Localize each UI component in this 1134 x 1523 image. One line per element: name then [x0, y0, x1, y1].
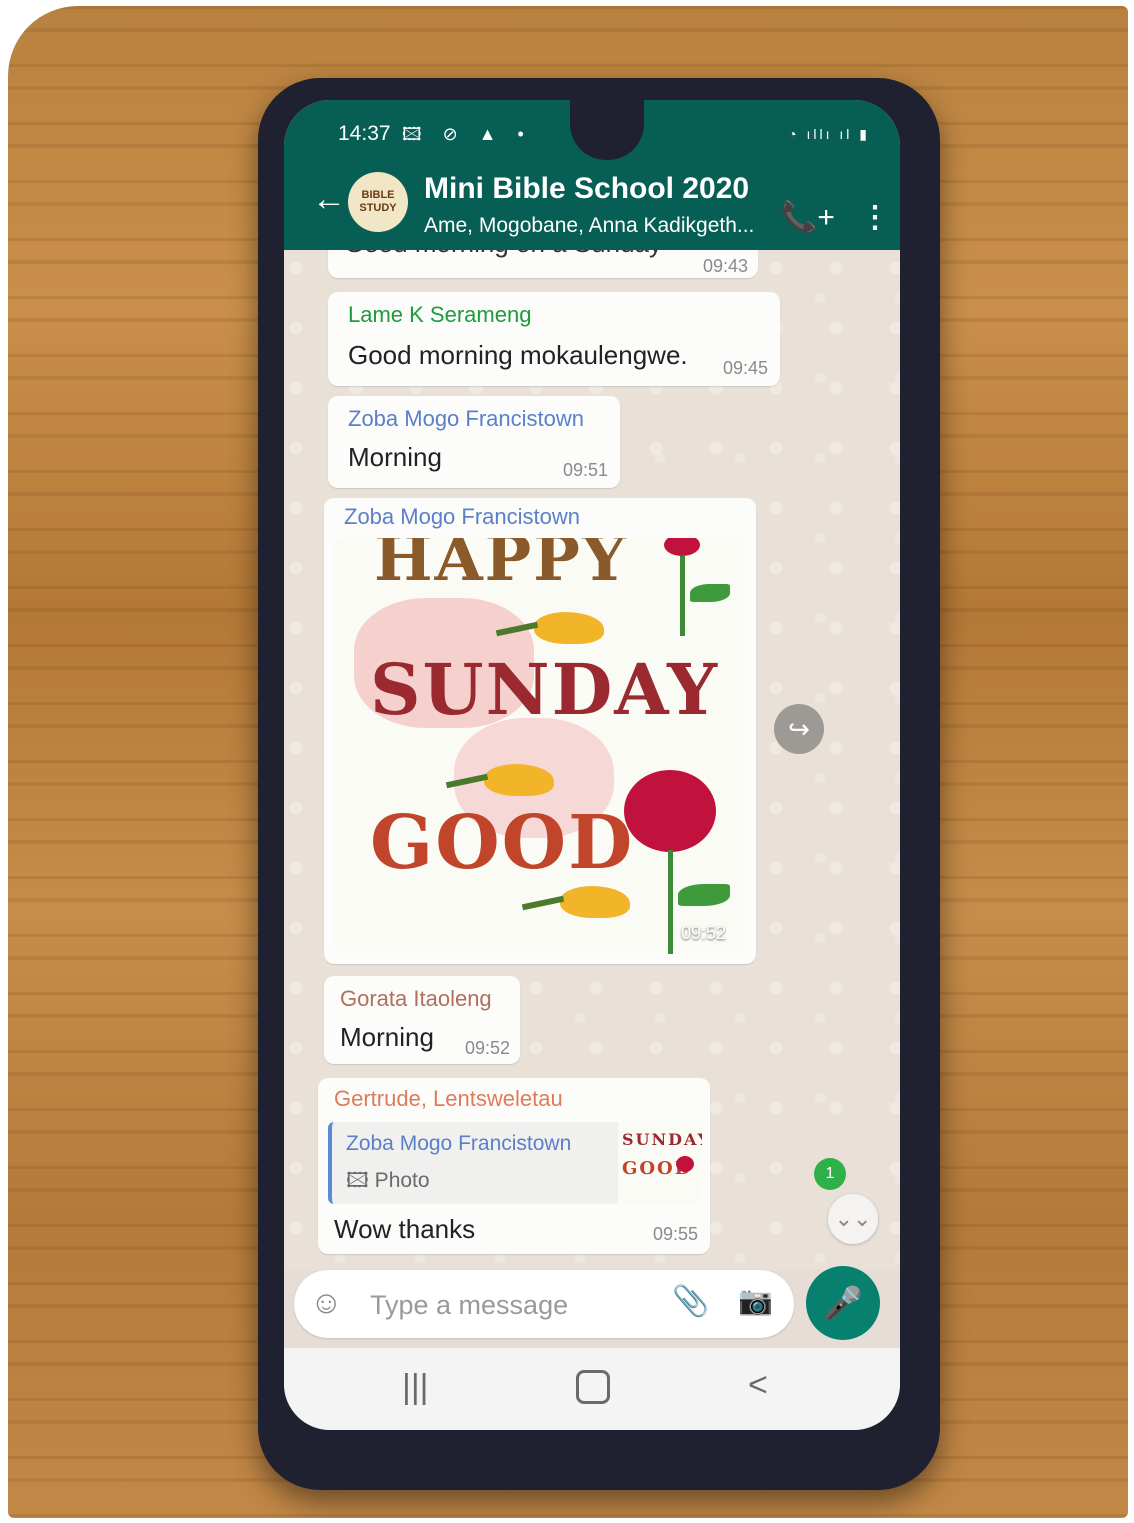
message-text: Good morning mokaulengwe. — [348, 340, 688, 370]
rose-icon — [676, 1156, 694, 1172]
photo-background: 14:37 🖾 ⊘ ▲ • ◔ ıllı ıl ▮ ← BIBLE STUDY … — [8, 6, 1128, 1518]
leaf-icon — [690, 584, 730, 602]
rose-icon — [624, 770, 716, 852]
back-arrow-icon[interactable]: ← — [312, 180, 346, 219]
scroll-down-icon[interactable]: ⌄⌄ — [828, 1194, 878, 1244]
message-sender[interactable]: Zoba Mogo Francistown — [348, 406, 584, 432]
status-bar: 14:37 🖾 ⊘ ▲ • ◔ ıllı ıl ▮ — [284, 100, 900, 160]
message-text: Good morning on a Sunday — [344, 250, 662, 259]
message-bubble[interactable]: Lame K Serameng Good morning mokaulengwe… — [328, 292, 780, 386]
camera-notch — [570, 100, 644, 160]
quoted-author: Zoba Mogo Francistown — [346, 1132, 572, 1155]
parrot-icon — [484, 764, 554, 796]
image-word-happy: HAPPY — [374, 538, 629, 595]
message-text: Morning — [348, 442, 442, 472]
emoji-icon[interactable]: ☺ — [310, 1284, 343, 1321]
status-notification-icons: 🖾 ⊘ ▲ • — [402, 124, 532, 144]
message-sender[interactable]: Gorata Itaoleng — [340, 986, 492, 1012]
group-avatar[interactable]: BIBLE STUDY — [348, 172, 408, 232]
happy-sunday-image[interactable]: HAPPY SUNDAY GOOD 09:52 — [334, 538, 744, 954]
reply-message-bubble[interactable]: Gertrude, Lentsweletau Zoba Mogo Francis… — [318, 1078, 710, 1254]
message-input[interactable] — [368, 1286, 652, 1324]
chat-area[interactable]: Good morning on a Sunday 09:43 Lame K Se… — [284, 250, 900, 1270]
message-time: 09:52 — [464, 1038, 510, 1058]
system-nav-bar: ||| < — [284, 1348, 900, 1430]
thumb-word-sunday: SUNDAY — [622, 1130, 702, 1149]
message-time: 09:55 — [652, 1224, 698, 1244]
status-time: 14:37 — [338, 122, 391, 145]
message-time: 09:45 — [722, 358, 768, 378]
quoted-photo-thumbnail: SUNDAY GOOD — [618, 1122, 702, 1204]
signal-battery-icons: ◔ ıllı ıl ▮ — [788, 126, 870, 142]
message-sender[interactable]: Zoba Mogo Francistown — [344, 504, 580, 530]
forward-icon[interactable]: ↪ — [774, 704, 824, 754]
chat-members[interactable]: Ame, Mogobane, Anna Kadikgeth... — [424, 214, 754, 238]
message-sender[interactable]: Lame K Serameng — [348, 302, 531, 328]
message-text: Morning — [340, 1022, 434, 1052]
quoted-type: 🖾 Photo — [346, 1169, 430, 1192]
camera-icon[interactable]: 📷 — [738, 1284, 773, 1317]
message-input-bar: ☺ 📎 📷 — [294, 1270, 794, 1338]
more-options-icon[interactable]: ⋮ — [860, 200, 890, 235]
message-time: 09:52 — [680, 923, 726, 943]
rose-icon — [664, 538, 700, 556]
recents-icon[interactable]: ||| — [402, 1368, 429, 1407]
message-sender[interactable]: Gertrude, Lentsweletau — [334, 1086, 563, 1112]
quoted-message[interactable]: Zoba Mogo Francistown 🖾 Photo SUNDAY GOO… — [328, 1122, 702, 1204]
image-word-sunday: SUNDAY — [370, 648, 720, 731]
message-bubble[interactable]: Gorata Itaoleng Morning 09:52 — [324, 976, 520, 1064]
leaf-icon — [678, 884, 730, 906]
message-text: Wow thanks — [334, 1214, 476, 1244]
message-bubble[interactable]: Zoba Mogo Francistown Morning 09:51 — [328, 396, 620, 488]
unread-badge: 1 — [814, 1158, 846, 1190]
image-message-bubble[interactable]: Zoba Mogo Francistown HAPPY SUNDAY GOOD — [324, 498, 756, 964]
phone-screen: 14:37 🖾 ⊘ ▲ • ◔ ıllı ıl ▮ ← BIBLE STUDY … — [284, 100, 900, 1430]
add-call-icon[interactable]: 📞+ — [780, 200, 835, 235]
parrot-icon — [560, 886, 630, 918]
message-time: 09:43 — [702, 256, 748, 276]
home-icon[interactable] — [576, 1370, 610, 1404]
mic-icon[interactable]: 🎤 — [806, 1266, 880, 1340]
attach-icon[interactable]: 📎 — [672, 1284, 709, 1319]
chat-header: ← BIBLE STUDY Mini Bible School 2020 Ame… — [284, 160, 900, 250]
rose-stem-icon — [668, 850, 673, 954]
rose-stem-icon — [680, 556, 685, 636]
message-time: 09:51 — [562, 460, 608, 480]
message-bubble[interactable]: Good morning on a Sunday 09:43 — [328, 250, 758, 278]
chat-title[interactable]: Mini Bible School 2020 — [424, 172, 749, 206]
nav-back-icon[interactable]: < — [748, 1366, 768, 1405]
image-word-good: GOOD — [370, 800, 635, 886]
parrot-icon — [534, 612, 604, 644]
